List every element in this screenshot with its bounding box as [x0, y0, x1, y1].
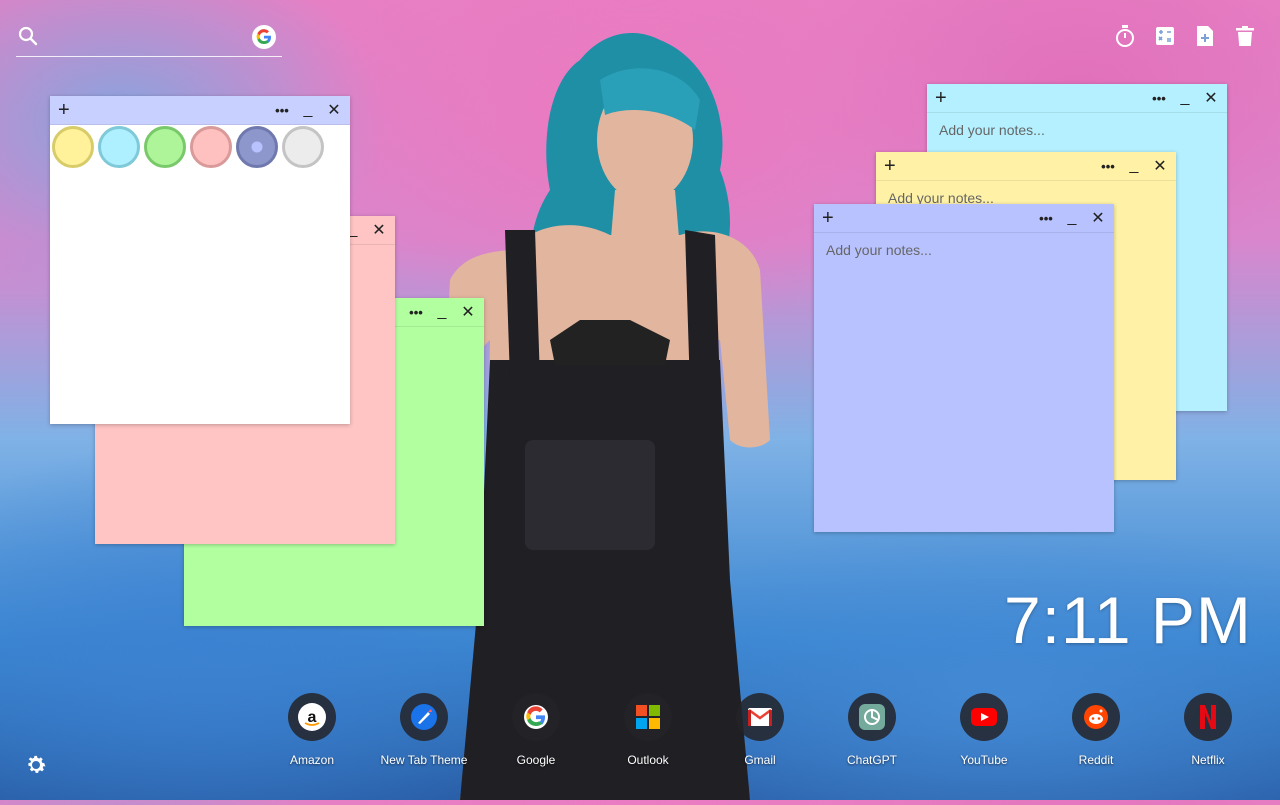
shortcut-reddit[interactable]: Reddit — [1040, 693, 1152, 767]
close-icon[interactable]: ✕ — [1152, 156, 1168, 176]
svg-text:a: a — [308, 709, 317, 726]
minimize-icon[interactable]: _ — [1126, 158, 1142, 174]
calculator-icon[interactable] — [1154, 24, 1176, 48]
minimize-icon[interactable]: _ — [434, 304, 450, 320]
note-text-input[interactable] — [824, 240, 1104, 522]
minimize-icon[interactable]: _ — [1064, 210, 1080, 226]
add-note-icon[interactable]: + — [935, 86, 947, 110]
note-header: + ••• _ ✕ — [50, 96, 350, 125]
add-note-icon[interactable]: + — [822, 206, 834, 230]
background-photo-performer — [430, 20, 790, 800]
microsoft-icon — [624, 693, 672, 741]
note-header: + ••• _ ✕ — [927, 84, 1227, 113]
shortcut-netflix[interactable]: Netflix — [1152, 693, 1264, 767]
color-swatch-cyan[interactable] — [98, 126, 140, 168]
chatgpt-icon — [848, 693, 896, 741]
shortcut-label: YouTube — [960, 753, 1008, 767]
shortcut-label: New Tab Theme — [380, 753, 468, 767]
shortcut-new-tab-theme[interactable]: New Tab Theme — [368, 693, 480, 767]
clock-time: 7:11 PM — [1004, 583, 1252, 657]
minimize-icon[interactable]: _ — [300, 102, 316, 118]
shortcut-chatgpt[interactable]: ChatGPT — [816, 693, 928, 767]
add-note-icon[interactable]: + — [884, 154, 896, 178]
gmail-icon — [736, 693, 784, 741]
sticky-note-blue[interactable]: + ••• _ ✕ — [814, 204, 1114, 532]
more-options-icon[interactable]: ••• — [1100, 159, 1116, 174]
close-icon[interactable]: ✕ — [326, 100, 342, 120]
shortcut-dock: a Amazon New Tab Theme Google Outlook Gm… — [256, 693, 1264, 767]
color-palette — [52, 126, 324, 168]
gear-icon[interactable] — [24, 753, 48, 777]
shortcut-label: Google — [516, 753, 556, 767]
shortcut-google[interactable]: Google — [480, 693, 592, 767]
note-header: + ••• _ ✕ — [876, 152, 1176, 181]
youtube-icon — [960, 693, 1008, 741]
stopwatch-icon[interactable] — [1114, 24, 1136, 48]
more-options-icon[interactable]: ••• — [408, 305, 424, 320]
minimize-icon[interactable]: _ — [1177, 90, 1193, 106]
close-icon[interactable]: ✕ — [460, 302, 476, 322]
shortcut-label: Gmail — [744, 753, 776, 767]
more-options-icon[interactable]: ••• — [1038, 211, 1054, 226]
color-swatch-yellow[interactable] — [52, 126, 94, 168]
google-icon[interactable] — [252, 25, 276, 49]
more-options-icon[interactable]: ••• — [274, 103, 290, 118]
shortcut-label: Amazon — [289, 753, 335, 767]
shortcut-gmail[interactable]: Gmail — [704, 693, 816, 767]
amazon-icon: a — [288, 693, 336, 741]
reddit-icon — [1072, 693, 1120, 741]
new-tab-theme-icon — [400, 693, 448, 741]
close-icon[interactable]: ✕ — [371, 220, 387, 240]
close-icon[interactable]: ✕ — [1090, 208, 1106, 228]
add-note-icon[interactable]: + — [58, 98, 70, 122]
shortcut-amazon[interactable]: a Amazon — [256, 693, 368, 767]
shortcut-label: Netflix — [1191, 753, 1225, 767]
google-icon — [512, 693, 560, 741]
search-bar — [16, 22, 282, 57]
netflix-icon — [1184, 693, 1232, 741]
color-swatch-blue-selected[interactable] — [236, 126, 278, 168]
shortcut-label: Reddit — [1078, 753, 1114, 767]
search-input[interactable] — [50, 24, 254, 52]
sticky-note-white[interactable]: + ••• _ ✕ — [50, 96, 350, 424]
color-swatch-gray[interactable] — [282, 126, 324, 168]
more-options-icon[interactable]: ••• — [1151, 91, 1167, 106]
close-icon[interactable]: ✕ — [1203, 88, 1219, 108]
add-note-icon[interactable] — [1194, 24, 1216, 48]
note-header: + ••• _ ✕ — [814, 204, 1114, 233]
shortcut-outlook[interactable]: Outlook — [592, 693, 704, 767]
color-swatch-pink[interactable] — [190, 126, 232, 168]
trash-icon[interactable] — [1234, 24, 1256, 48]
shortcut-label: Outlook — [627, 753, 669, 767]
shortcut-youtube[interactable]: YouTube — [928, 693, 1040, 767]
top-toolbar — [1114, 24, 1256, 48]
search-icon[interactable] — [18, 26, 38, 46]
color-swatch-green[interactable] — [144, 126, 186, 168]
shortcut-label: ChatGPT — [846, 753, 897, 767]
